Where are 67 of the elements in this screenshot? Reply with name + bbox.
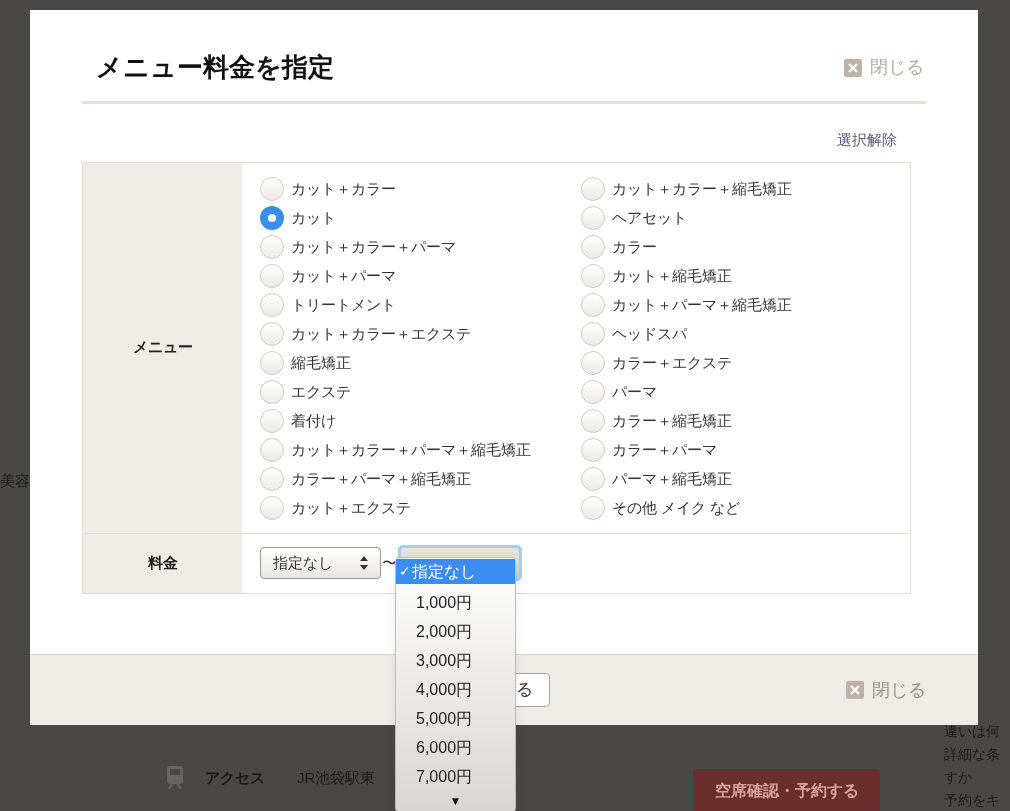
menu-option-label[interactable]: トリートメント [291, 293, 396, 317]
menu-option-label[interactable]: エクステ [291, 380, 351, 404]
menu-option-label[interactable]: カット [291, 206, 336, 230]
price-label-cell: 料金 [83, 533, 242, 593]
radio-button[interactable] [260, 380, 284, 404]
menu-option-label[interactable]: カット＋カラー [291, 177, 396, 201]
dropdown-option[interactable]: 1,000円 [396, 588, 515, 617]
radio-button[interactable] [260, 177, 284, 201]
dropdown-option[interactable]: 4,000円 [396, 675, 515, 704]
radio-button[interactable] [260, 322, 284, 346]
radio-button[interactable] [260, 235, 284, 259]
menu-label-cell: メニュー [83, 162, 242, 533]
menu-option-label[interactable]: カラー＋パーマ＋縮毛矯正 [291, 467, 471, 491]
radio-button[interactable] [581, 206, 605, 230]
radio-button[interactable] [581, 467, 605, 491]
close-icon [846, 681, 864, 699]
dropdown-option[interactable]: 5,000円 [396, 704, 515, 733]
radio-button[interactable] [581, 293, 605, 317]
menu-option-label[interactable]: カラー＋パーマ [612, 438, 717, 462]
menu-option-label[interactable]: ヘッドスパ [612, 322, 687, 346]
radio-button[interactable] [581, 264, 605, 288]
menu-option-label[interactable]: カラー＋縮毛矯正 [612, 409, 732, 433]
menu-option-label[interactable]: 着付け [291, 409, 336, 433]
menu-option-label[interactable]: カット＋パーマ＋縮毛矯正 [612, 293, 792, 317]
radio-button[interactable] [581, 235, 605, 259]
radio-button[interactable] [260, 351, 284, 375]
radio-button[interactable] [581, 351, 605, 375]
train-icon [165, 765, 185, 791]
price-from-select[interactable]: 指定なし [260, 547, 381, 579]
menu-option-label[interactable]: カット＋パーマ [291, 264, 396, 288]
menu-option-label[interactable]: その他 メイク など [612, 496, 741, 520]
menu-option-label[interactable]: カラー＋エクステ [612, 351, 732, 375]
radio-button[interactable] [260, 293, 284, 317]
menu-option-label[interactable]: カット＋エクステ [291, 496, 411, 520]
menu-option-label[interactable]: カット＋カラー＋パーマ＋縮毛矯正 [291, 438, 531, 462]
menu-option-label[interactable]: パーマ＋縮毛矯正 [612, 467, 732, 491]
radio-button[interactable] [581, 380, 605, 404]
dropdown-option[interactable]: 7,000円 [396, 762, 515, 791]
close-icon [844, 58, 862, 77]
menu-option-label[interactable]: カット＋縮毛矯正 [612, 264, 732, 288]
dialog-title: メニュー料金を指定 [96, 51, 334, 84]
radio-button[interactable] [260, 496, 284, 520]
radio-button[interactable] [581, 496, 605, 520]
menu-option-label[interactable]: カット＋カラー＋縮毛矯正 [612, 177, 792, 201]
dropdown-option[interactable]: 3,000円 [396, 646, 515, 675]
dropdown-option[interactable]: 6,000円 [396, 733, 515, 762]
menu-option-label[interactable]: パーマ [612, 380, 657, 404]
radio-button[interactable] [260, 206, 284, 230]
radio-button[interactable] [260, 409, 284, 433]
menu-option-label[interactable]: カラー [612, 235, 657, 259]
radio-button[interactable] [581, 177, 605, 201]
radio-button[interactable] [260, 438, 284, 462]
reserve-button[interactable]: 空席確認・予約する [693, 769, 880, 811]
radio-button[interactable] [260, 467, 284, 491]
menu-option-label[interactable]: カット＋カラー＋パーマ [291, 235, 456, 259]
radio-button[interactable] [581, 438, 605, 462]
menu-option-label[interactable]: カット＋カラー＋エクステ [291, 322, 471, 346]
range-separator: 〜 [382, 552, 397, 573]
menu-option-label[interactable]: ヘアセット [612, 206, 687, 230]
menu-option-label[interactable]: 縮毛矯正 [291, 351, 351, 375]
stepper-icon [360, 556, 368, 570]
scroll-down-arrow[interactable]: ▼ [396, 791, 515, 811]
radio-button[interactable] [260, 264, 284, 288]
dropdown-option[interactable]: 2,000円 [396, 617, 515, 646]
radio-button[interactable] [581, 322, 605, 346]
clear-selection-link[interactable]: 選択解除 [837, 129, 897, 152]
radio-button[interactable] [581, 409, 605, 433]
